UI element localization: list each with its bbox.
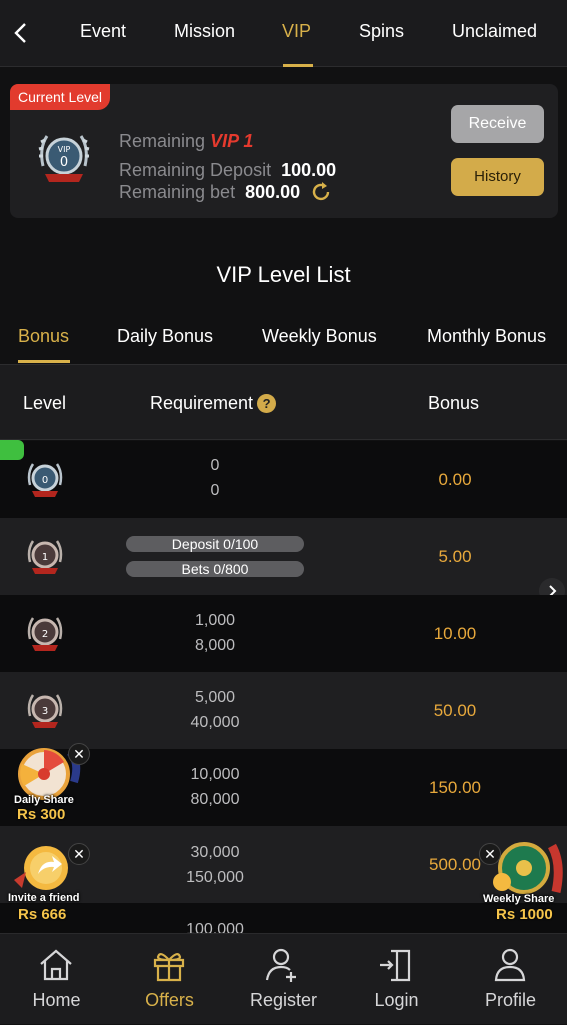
invite-friend-amount: Rs 666 — [18, 906, 67, 923]
close-invite-friend-icon[interactable]: ✕ — [68, 843, 90, 865]
bottom-navigation: Home Offers Register Login Profile — [0, 933, 567, 1024]
vip-1-icon: 1 — [27, 540, 63, 574]
daily-share-amount: Rs 300 — [17, 806, 66, 823]
nav-profile[interactable]: Profile — [454, 934, 567, 1025]
nav-register[interactable]: Register — [227, 934, 340, 1025]
deposit-requirement: 0 — [210, 457, 220, 474]
next-vip-level: VIP 1 — [210, 131, 254, 151]
invite-friend-label: Invite a friend — [8, 892, 80, 904]
requirement-values: 5,000 40,000 — [130, 685, 300, 735]
tab-unclaimed[interactable]: Unclaimed — [452, 21, 537, 42]
svg-text:0: 0 — [42, 475, 48, 486]
svg-text:2: 2 — [42, 629, 48, 640]
add-user-icon — [265, 948, 296, 982]
table-row: 1 Deposit 0/100 Bets 0/800 5.00 — [0, 518, 567, 595]
weekly-share-label: Weekly Share — [483, 893, 555, 905]
refresh-icon[interactable] — [310, 181, 332, 203]
remaining-vip-line: Remaining VIP 1 — [119, 131, 254, 151]
login-door-icon — [380, 949, 411, 982]
current-level-badge: Current Level — [10, 84, 110, 110]
subtab-monthly-bonus[interactable]: Monthly Bonus — [427, 326, 546, 347]
bet-requirement: 0 — [210, 482, 220, 499]
gift-icon — [153, 953, 185, 982]
nav-login-label: Login — [374, 990, 419, 1010]
remaining-deposit-value: 100.00 — [281, 160, 337, 180]
vip-2-icon: 2 — [27, 617, 63, 651]
nav-home[interactable]: Home — [0, 934, 113, 1025]
home-icon — [40, 949, 72, 981]
deposit-requirement: 30,000 — [190, 844, 240, 861]
bet-requirement: 8,000 — [194, 637, 236, 654]
svg-text:1: 1 — [42, 552, 48, 563]
vip-0-emblem-icon: VIP 0 — [38, 135, 90, 182]
vip-0-icon: 0 — [27, 463, 63, 497]
table-header: Level Requirement? Bonus — [0, 364, 567, 440]
requirement-values: 00 — [130, 453, 300, 503]
remaining-bet-value: 800.00 — [245, 182, 301, 202]
vip-3-icon: 3 — [27, 694, 63, 728]
deposit-progress-bar: Deposit 0/100 — [126, 536, 304, 552]
active-tab-indicator — [283, 64, 313, 67]
vip-badge-label: VIP — [58, 145, 71, 154]
current-level-pointer-icon — [0, 440, 24, 460]
close-weekly-share-icon[interactable]: ✕ — [479, 843, 501, 865]
table-row: 3 5,000 40,000 50.00 — [0, 672, 567, 749]
table-row: 2 1,000 8,000 10.00 — [0, 595, 567, 672]
tab-event[interactable]: Event — [80, 21, 126, 42]
subtab-bonus[interactable]: Bonus — [18, 326, 69, 347]
requirement-values: 1,000 8,000 — [130, 608, 300, 658]
bonus-value: 10.00 — [433, 624, 477, 643]
deposit-requirement: 5,000 — [194, 689, 236, 706]
svg-text:3: 3 — [42, 706, 48, 717]
nav-profile-label: Profile — [484, 990, 537, 1010]
bet-requirement: 80,000 — [190, 791, 240, 808]
nav-login[interactable]: Login — [340, 934, 453, 1025]
deposit-requirement: 10,000 — [190, 766, 240, 783]
bets-progress-bar: Bets 0/800 — [126, 561, 304, 577]
history-button[interactable]: History — [451, 158, 544, 196]
subtab-weekly-bonus[interactable]: Weekly Bonus — [262, 326, 377, 347]
nav-offers-label: Offers — [145, 990, 194, 1010]
table-row: 30,000 150,000 500.00 — [0, 826, 567, 903]
profile-icon — [494, 948, 526, 982]
close-daily-share-icon[interactable]: ✕ — [68, 743, 90, 765]
header-requirement: Requirement? — [150, 393, 277, 414]
header-level: Level — [23, 393, 67, 413]
nav-offers[interactable]: Offers — [113, 934, 226, 1025]
vip-badge-level: 0 — [60, 155, 68, 170]
requirement-values: 30,000 150,000 — [130, 840, 300, 890]
remaining-deposit-line: Remaining Deposit 100.00 — [119, 160, 337, 180]
bonus-value: 150.00 — [429, 778, 481, 797]
requirement-values: 10,000 80,000 — [130, 762, 300, 812]
nav-home-label: Home — [32, 990, 81, 1010]
bonus-value: 50.00 — [433, 701, 477, 720]
bet-requirement: 40,000 — [190, 714, 240, 731]
remaining-bet-line: Remaining bet 800.00 — [119, 182, 301, 202]
bonus-value: 5.00 — [438, 547, 472, 566]
vip-level-list-title: VIP Level List — [216, 262, 351, 287]
tab-mission[interactable]: Mission — [174, 21, 235, 42]
subtab-daily-bonus[interactable]: Daily Bonus — [117, 326, 213, 347]
receive-button[interactable]: Receive — [451, 105, 544, 143]
bet-requirement: 150,000 — [186, 869, 244, 886]
daily-share-label: Daily Share — [14, 794, 74, 806]
tab-vip[interactable]: VIP — [282, 21, 311, 42]
active-subtab-indicator — [18, 360, 70, 363]
weekly-share-amount: Rs 1000 — [496, 906, 553, 923]
header-bonus: Bonus — [428, 393, 480, 413]
back-chevron-icon[interactable] — [10, 20, 32, 46]
table-row: 0 00 0.00 — [0, 441, 567, 518]
deposit-requirement: 1,000 — [194, 612, 236, 629]
top-navigation: Event Mission VIP Spins Unclaimed — [0, 0, 567, 67]
help-icon[interactable]: ? — [257, 394, 277, 413]
tab-spins[interactable]: Spins — [359, 21, 404, 42]
nav-register-label: Register — [249, 990, 318, 1010]
bonus-value: 0.00 — [438, 470, 472, 489]
